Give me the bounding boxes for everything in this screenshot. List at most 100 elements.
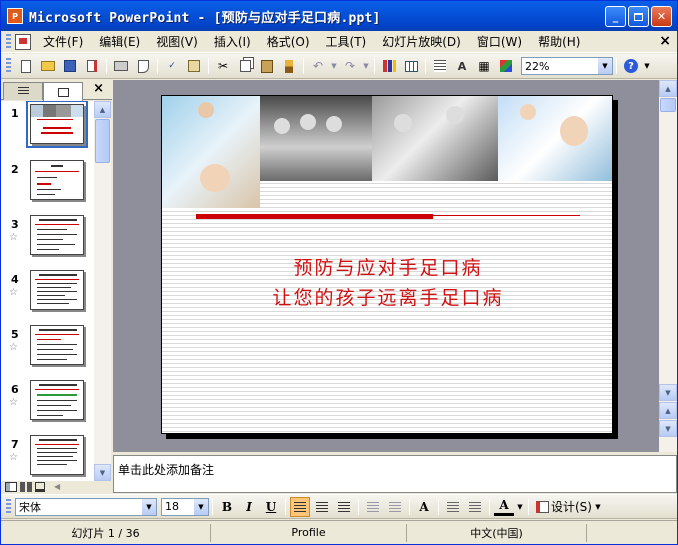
- slide-photo-children[interactable]: [260, 96, 372, 181]
- redo-dropdown[interactable]: ▼: [362, 56, 370, 76]
- chevron-down-icon[interactable]: ▼: [598, 58, 612, 74]
- slide-thumbnail-6[interactable]: 6 ☆: [1, 377, 94, 432]
- tab-slides[interactable]: [43, 82, 83, 101]
- save-button[interactable]: [60, 56, 80, 76]
- thumbnail-image[interactable]: [30, 270, 84, 310]
- paste-button[interactable]: [257, 56, 277, 76]
- toolbar-options[interactable]: ▼: [643, 56, 651, 76]
- help-button[interactable]: ?: [621, 56, 641, 76]
- previous-slide-button[interactable]: ▲: [659, 402, 677, 419]
- toolbar-options[interactable]: ▼: [594, 497, 602, 517]
- insert-chart-button[interactable]: [379, 56, 399, 76]
- slide-photo-handwashing[interactable]: [498, 96, 612, 181]
- show-grid-button[interactable]: ▦: [474, 56, 494, 76]
- toolbar-grip[interactable]: [6, 58, 11, 74]
- minimize-button[interactable]: _: [605, 6, 626, 27]
- menubar-grip[interactable]: [6, 33, 11, 50]
- thumbnail-image[interactable]: [30, 380, 84, 420]
- thumbnail-image[interactable]: [30, 215, 84, 255]
- italic-button[interactable]: I: [239, 497, 259, 517]
- undo-button[interactable]: ↶: [308, 56, 328, 76]
- font-size-combo[interactable]: 18 ▼: [161, 497, 209, 516]
- menu-format[interactable]: 格式(O): [259, 33, 318, 50]
- document-icon[interactable]: [15, 33, 31, 50]
- research-button[interactable]: [184, 56, 204, 76]
- maximize-button[interactable]: [628, 6, 649, 27]
- slide-title-line-1[interactable]: 预防与应对手足口病: [162, 253, 612, 280]
- numbering-button[interactable]: [363, 497, 383, 517]
- align-right-button[interactable]: [334, 497, 354, 517]
- toolbar-grip[interactable]: [6, 498, 11, 515]
- menu-edit[interactable]: 编辑(E): [91, 33, 148, 50]
- slide-thumbnail-5[interactable]: 5 ☆: [1, 322, 94, 377]
- slide-thumbnail-1[interactable]: 1: [1, 101, 94, 156]
- next-slide-button[interactable]: ▼: [659, 420, 677, 437]
- thumbnail-image[interactable]: [30, 435, 84, 475]
- menu-tools[interactable]: 工具(T): [318, 33, 375, 50]
- permission-button[interactable]: [82, 56, 102, 76]
- scroll-down-arrow[interactable]: ▼: [659, 384, 677, 401]
- slide-thumbnails[interactable]: 1 2 3 ☆ 4 ☆ 5 ☆ 6 ☆ 7 ☆: [1, 101, 94, 481]
- powerpoint-app-icon[interactable]: P: [7, 8, 23, 24]
- menu-slideshow[interactable]: 幻灯片放映(D): [374, 33, 469, 50]
- redo-button[interactable]: ↷: [340, 56, 360, 76]
- align-center-button[interactable]: [312, 497, 332, 517]
- underline-button[interactable]: U: [261, 497, 281, 517]
- notes-placeholder[interactable]: 单击此处添加备注: [118, 461, 214, 478]
- decrease-indent-button[interactable]: [443, 497, 463, 517]
- scroll-up-arrow[interactable]: ▲: [94, 101, 111, 118]
- zoom-combo[interactable]: 22% ▼: [521, 57, 613, 75]
- menu-view[interactable]: 视图(V): [148, 33, 206, 50]
- chevron-down-icon[interactable]: ▼: [142, 498, 156, 515]
- slide-photo-doctor[interactable]: [372, 96, 498, 181]
- format-painter-button[interactable]: [279, 56, 299, 76]
- increase-font-size-button[interactable]: A: [414, 497, 434, 517]
- slide-thumbnail-2[interactable]: 2: [1, 157, 94, 212]
- new-button[interactable]: [16, 56, 36, 76]
- font-name-combo[interactable]: 宋体 ▼: [15, 497, 157, 516]
- menu-window[interactable]: 窗口(W): [469, 33, 530, 50]
- close-button[interactable]: ✕: [651, 6, 672, 27]
- notes-pane[interactable]: 单击此处添加备注: [113, 455, 677, 493]
- copy-button[interactable]: [235, 56, 255, 76]
- cut-button[interactable]: ✂: [213, 56, 233, 76]
- undo-dropdown[interactable]: ▼: [330, 56, 338, 76]
- thumbnail-image[interactable]: [26, 101, 88, 148]
- align-left-button[interactable]: [290, 496, 310, 517]
- font-color-button[interactable]: A: [494, 498, 514, 516]
- design-button[interactable]: 设计(S): [536, 498, 592, 515]
- font-color-dropdown[interactable]: ▼: [516, 497, 524, 517]
- bullets-button[interactable]: [385, 497, 405, 517]
- current-slide[interactable]: 预防与应对手足口病 让您的孩子远离手足口病: [161, 95, 613, 434]
- slide-scrollbar[interactable]: ▲ ▼ ▲ ▼: [659, 80, 677, 452]
- thumbnails-scrollbar[interactable]: ▲ ▼: [94, 101, 111, 481]
- scroll-left-arrow[interactable]: ◀: [54, 482, 60, 491]
- slide-thumbnail-3[interactable]: 3 ☆: [1, 212, 94, 267]
- scroll-up-arrow[interactable]: ▲: [659, 80, 677, 97]
- slide-thumbnail-4[interactable]: 4 ☆: [1, 267, 94, 322]
- document-close-button[interactable]: ×: [659, 33, 671, 49]
- increase-indent-button[interactable]: [465, 497, 485, 517]
- menu-help[interactable]: 帮助(H): [530, 33, 588, 50]
- thumbnail-image[interactable]: [30, 325, 84, 365]
- scrollbar-thumb[interactable]: [95, 119, 110, 163]
- slide-editing-pane[interactable]: 预防与应对手足口病 让您的孩子远离手足口病: [113, 80, 659, 452]
- show-formatting-button[interactable]: A: [452, 56, 472, 76]
- panel-close-button[interactable]: ×: [93, 81, 104, 96]
- slide-photo-hospital[interactable]: [162, 96, 260, 208]
- thumbnail-image[interactable]: [30, 160, 84, 200]
- print-preview-button[interactable]: [133, 56, 153, 76]
- insert-table-button[interactable]: [401, 56, 421, 76]
- slide-title-line-2[interactable]: 让您的孩子远离手足口病: [162, 283, 612, 310]
- print-button[interactable]: [111, 56, 131, 76]
- bold-button[interactable]: B: [217, 497, 237, 517]
- tab-outline[interactable]: [3, 82, 43, 100]
- slide-thumbnail-7[interactable]: 7 ☆: [1, 432, 94, 481]
- menu-file[interactable]: 文件(F): [35, 33, 91, 50]
- expand-all-button[interactable]: [430, 56, 450, 76]
- spelling-button[interactable]: ✓: [162, 56, 182, 76]
- scroll-down-arrow[interactable]: ▼: [94, 464, 111, 481]
- slide-sorter-icon[interactable]: [20, 481, 32, 492]
- slideshow-icon[interactable]: [35, 481, 45, 492]
- scrollbar-thumb[interactable]: [660, 98, 676, 112]
